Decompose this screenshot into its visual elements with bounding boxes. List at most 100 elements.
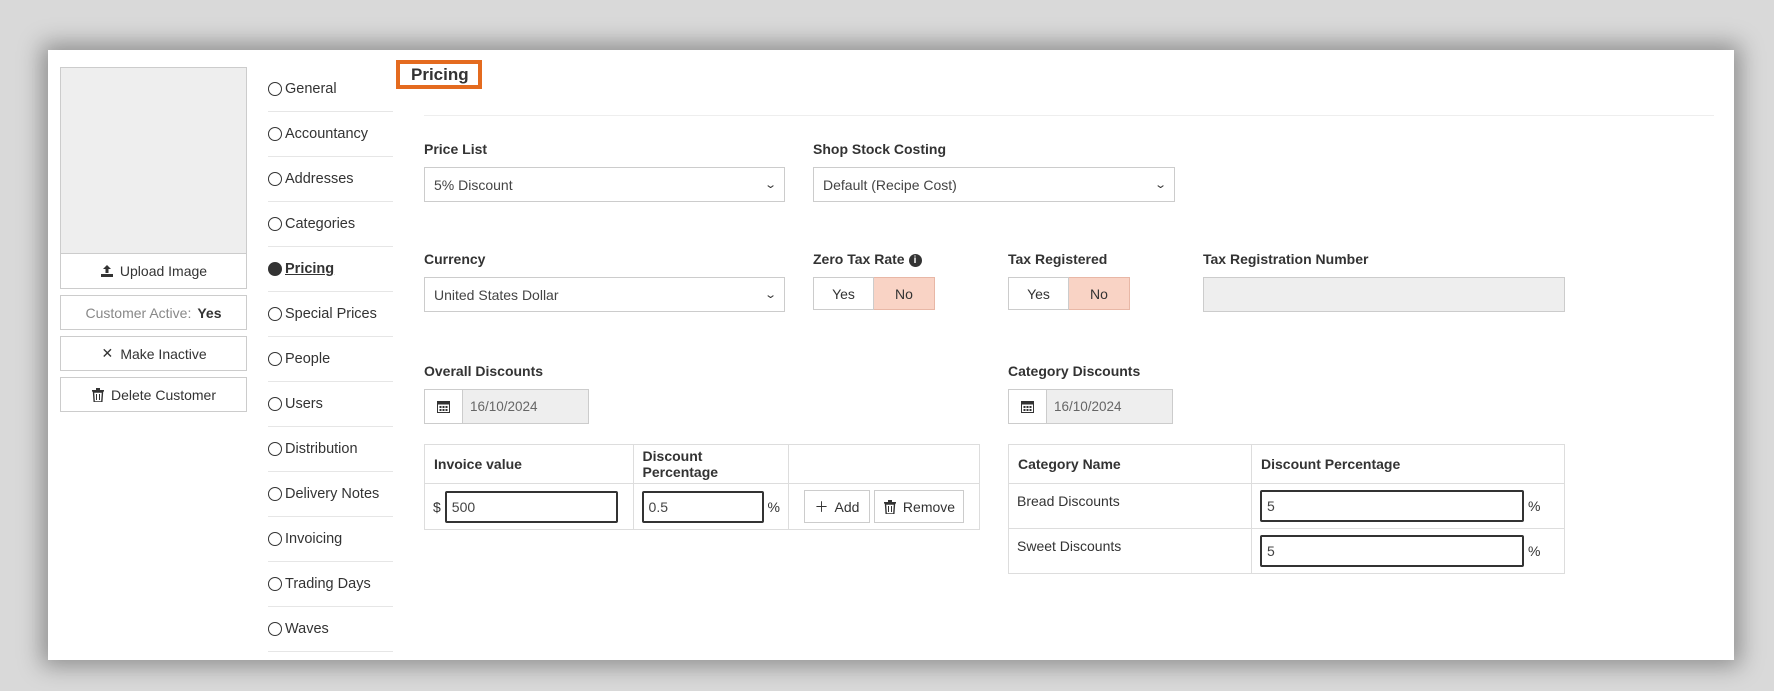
nav-label: Invoicing: [285, 531, 343, 547]
chevron-down-icon: ⌄: [1153, 179, 1167, 191]
currency-select[interactable]: United States Dollar ⌄: [424, 277, 785, 312]
category-discounts-date[interactable]: 16/10/2024: [1047, 389, 1173, 424]
currency-label: Currency: [424, 251, 486, 267]
radio-icon: [268, 82, 282, 96]
percent-symbol: %: [1528, 543, 1541, 559]
add-label: Add: [834, 498, 860, 515]
radio-icon: [268, 127, 282, 141]
zero-tax-yes-button[interactable]: Yes: [813, 277, 874, 310]
remove-button[interactable]: Remove: [874, 490, 964, 523]
shop-stock-costing-label: Shop Stock Costing: [813, 141, 946, 157]
tax-registered-toggle: Yes No: [1008, 277, 1130, 310]
nav-label: Waves: [285, 621, 329, 637]
add-button[interactable]: ＋ Add: [804, 490, 870, 523]
radio-icon: [268, 397, 282, 411]
category-discounts-date-picker[interactable]: 16/10/2024: [1008, 389, 1173, 424]
shop-stock-costing-value: Default (Recipe Cost): [823, 176, 957, 193]
table-row: Sweet Discounts 5 %: [1008, 528, 1565, 574]
nav-item-categories[interactable]: Categories: [268, 202, 393, 247]
tax-registration-number-input: [1203, 277, 1565, 312]
radio-icon: [268, 577, 282, 591]
remove-label: Remove: [902, 498, 956, 515]
nav-label: People: [285, 351, 331, 367]
tax-registered-yes-button[interactable]: Yes: [1008, 277, 1069, 310]
make-inactive-button[interactable]: ✕ Make Inactive: [60, 336, 247, 371]
nav-item-trading-days[interactable]: Trading Days: [268, 562, 393, 607]
zero-tax-rate-toggle: Yes No: [813, 277, 935, 310]
radio-selected-icon: [268, 262, 282, 276]
nav-item-accountancy[interactable]: Accountancy: [268, 112, 393, 157]
nav-label: Users: [285, 396, 323, 412]
tax-registration-number-label: Tax Registration Number: [1203, 251, 1369, 267]
discount-percentage-input[interactable]: 0.5: [641, 490, 764, 523]
nav-label: Accountancy: [285, 126, 369, 142]
upload-icon: [100, 264, 114, 278]
column-header: Discount Percentage: [632, 444, 790, 484]
nav-label: Distribution: [285, 441, 358, 457]
category-discounts-table: Category Name Discount Percentage Bread …: [1008, 444, 1565, 574]
tax-registered-label: Tax Registered: [1008, 251, 1108, 267]
nav-item-distribution[interactable]: Distribution: [268, 427, 393, 472]
section-nav: General Accountancy Addresses Categories…: [268, 67, 393, 652]
nav-item-people[interactable]: People: [268, 337, 393, 382]
nav-item-special-prices[interactable]: Special Prices: [268, 292, 393, 337]
upload-image-label: Upload Image: [119, 263, 208, 279]
nav-item-invoicing[interactable]: Invoicing: [268, 517, 393, 562]
radio-icon: [268, 307, 282, 321]
nav-item-delivery-notes[interactable]: Delivery Notes: [268, 472, 393, 517]
chevron-down-icon: ⌄: [763, 179, 777, 191]
info-icon[interactable]: i: [908, 254, 922, 267]
category-discount-input[interactable]: 5: [1260, 535, 1524, 567]
plus-icon: ＋: [814, 498, 829, 515]
category-name-cell: Sweet Discounts: [1008, 528, 1252, 574]
overall-discounts-table: Invoice value Discount Percentage $ 500 …: [424, 444, 980, 530]
nav-item-addresses[interactable]: Addresses: [268, 157, 393, 202]
nav-item-users[interactable]: Users: [268, 382, 393, 427]
zero-tax-no-button[interactable]: No: [874, 277, 935, 310]
radio-icon: [268, 352, 282, 366]
nav-item-pricing[interactable]: Pricing: [268, 247, 393, 292]
calendar-icon[interactable]: [424, 389, 463, 424]
table-row: $ 500 0.5 % ＋ Add Remove: [424, 483, 980, 530]
radio-icon: [268, 532, 282, 546]
trash-icon: [883, 499, 897, 514]
radio-icon: [268, 487, 282, 501]
tax-registered-no-button[interactable]: No: [1069, 277, 1130, 310]
price-list-label: Price List: [424, 141, 488, 157]
upload-image-button[interactable]: Upload Image: [60, 254, 247, 289]
nav-item-waves[interactable]: Waves: [268, 607, 393, 652]
overall-discounts-date[interactable]: 16/10/2024: [463, 389, 589, 424]
radio-icon: [268, 217, 282, 231]
radio-icon: [268, 442, 282, 456]
overall-discounts-date-picker[interactable]: 16/10/2024: [424, 389, 589, 424]
delete-customer-label: Delete Customer: [110, 386, 217, 403]
percent-symbol: %: [1528, 498, 1541, 514]
shop-stock-costing-select[interactable]: Default (Recipe Cost) ⌄: [813, 167, 1175, 202]
status-label: Customer Active:: [85, 304, 192, 321]
zero-tax-rate-label: Zero Tax Rate i: [813, 251, 922, 267]
category-discount-input[interactable]: 5: [1260, 490, 1524, 522]
trash-icon: [91, 387, 105, 402]
status-value: Yes: [197, 304, 222, 321]
column-header: Category Name: [1008, 444, 1252, 484]
column-header: [788, 444, 980, 484]
column-header: Discount Percentage: [1251, 444, 1565, 484]
nav-label: General: [285, 81, 337, 97]
nav-label: Delivery Notes: [285, 486, 380, 502]
customer-active-status: Customer Active: Yes: [60, 295, 247, 330]
page-title: Pricing: [396, 60, 482, 89]
make-inactive-label: Make Inactive: [120, 345, 207, 362]
radio-icon: [268, 622, 282, 636]
price-list-select[interactable]: 5% Discount ⌄: [424, 167, 785, 202]
zero-tax-rate-text: Zero Tax Rate: [813, 251, 905, 267]
nav-label: Special Prices: [285, 306, 377, 322]
calendar-icon[interactable]: [1008, 389, 1047, 424]
category-discounts-label: Category Discounts: [1008, 363, 1141, 379]
currency-symbol: $: [433, 498, 441, 515]
nav-item-general[interactable]: General: [268, 67, 393, 112]
invoice-value-input[interactable]: 500: [444, 490, 618, 523]
price-list-value: 5% Discount: [434, 176, 513, 193]
nav-label: Trading Days: [285, 576, 371, 592]
delete-customer-button[interactable]: Delete Customer: [60, 377, 247, 412]
column-header: Invoice value: [424, 444, 634, 484]
